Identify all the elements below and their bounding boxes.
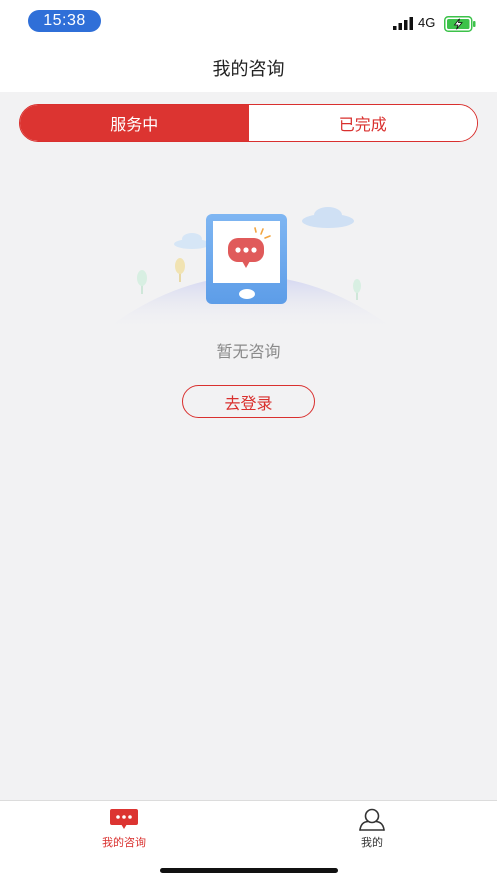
tab-bar-item-mine[interactable]: 我的 bbox=[312, 807, 432, 850]
tree-icon bbox=[175, 258, 185, 282]
home-indicator bbox=[160, 868, 338, 873]
cloud-icon bbox=[174, 233, 210, 249]
empty-illustration bbox=[102, 207, 398, 332]
person-icon bbox=[359, 808, 385, 831]
status-bar: 15:38 4G bbox=[0, 0, 497, 44]
cloud-icon bbox=[302, 207, 354, 228]
phone-chat-icon bbox=[206, 214, 287, 304]
tree-icon bbox=[353, 279, 361, 300]
network-label: 4G bbox=[418, 15, 436, 30]
nav-bar: 我的咨询 bbox=[0, 44, 497, 92]
empty-message: 暂无咨询 bbox=[216, 342, 281, 361]
battery-charging-icon bbox=[444, 16, 476, 32]
tab-bar-label-consultation: 我的咨询 bbox=[102, 836, 146, 849]
tab-bar-item-consultation[interactable]: 我的咨询 bbox=[64, 807, 184, 850]
chat-bubble-icon bbox=[110, 809, 138, 829]
signal-icon bbox=[393, 17, 413, 30]
tab-bar-label-mine: 我的 bbox=[361, 836, 383, 849]
tab-completed[interactable]: 已完成 bbox=[248, 105, 477, 141]
status-time: 15:38 bbox=[28, 10, 101, 32]
status-segment-control: 服务中 已完成 bbox=[19, 104, 478, 142]
tab-in-service[interactable]: 服务中 bbox=[20, 105, 249, 141]
login-button[interactable]: 去登录 bbox=[182, 385, 315, 418]
tree-icon bbox=[137, 270, 147, 294]
page-title: 我的咨询 bbox=[212, 59, 285, 80]
